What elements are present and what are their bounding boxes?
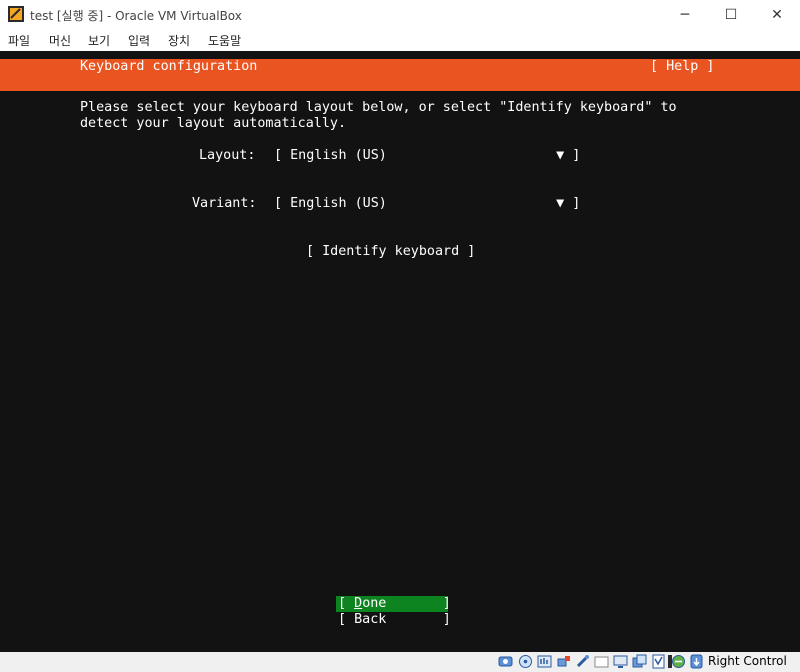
identify-keyboard-button[interactable]: [ Identify keyboard ] bbox=[306, 244, 475, 260]
close-icon: ✕ bbox=[771, 7, 783, 23]
minimize-button[interactable]: ─ bbox=[662, 0, 708, 30]
maximize-icon: ☐ bbox=[724, 7, 738, 23]
done-button[interactable]: [ Done ] bbox=[338, 596, 451, 612]
audio-icon[interactable] bbox=[537, 654, 552, 669]
menu-devices[interactable]: 장치 bbox=[168, 32, 190, 49]
optical-drive-icon[interactable] bbox=[518, 654, 533, 669]
help-button[interactable]: [ Help ] bbox=[650, 59, 715, 75]
mouse-integration-icon[interactable] bbox=[689, 654, 704, 669]
menu-help[interactable]: 도움말 bbox=[208, 32, 241, 49]
maximize-button[interactable]: ☐ bbox=[708, 0, 754, 30]
intro-text-line2: detect your layout automatically. bbox=[80, 116, 347, 131]
menu-view[interactable]: 보기 bbox=[88, 32, 110, 49]
virtualbox-app-icon bbox=[8, 6, 24, 22]
done-hotkey: D bbox=[354, 596, 363, 611]
video-capture-icon[interactable] bbox=[632, 654, 647, 669]
menu-bar: 파일 머신 보기 입력 장치 도움말 bbox=[0, 30, 800, 51]
done-label-rest: one ] bbox=[362, 596, 451, 611]
menu-file[interactable]: 파일 bbox=[8, 32, 30, 49]
done-open-bracket: [ bbox=[338, 596, 355, 611]
usb-icon[interactable] bbox=[575, 654, 590, 669]
host-key-label: Right Control bbox=[708, 654, 787, 668]
vm-display[interactable]: Keyboard configuration [ Help ] Please s… bbox=[0, 51, 800, 652]
shared-folders-icon[interactable] bbox=[594, 654, 609, 669]
network-icon[interactable] bbox=[556, 654, 571, 669]
page-title: Keyboard configuration bbox=[80, 59, 258, 74]
close-button[interactable]: ✕ bbox=[754, 0, 800, 30]
menu-input[interactable]: 입력 bbox=[128, 32, 150, 49]
variant-select[interactable]: [ English (US) ▼ ] bbox=[274, 196, 580, 212]
back-button[interactable]: [ Back ] bbox=[338, 612, 451, 628]
display-icon[interactable] bbox=[613, 654, 628, 669]
hard-disk-icon[interactable] bbox=[498, 654, 513, 669]
window-titlebar: test [실행 중] - Oracle VM VirtualBox ─ ☐ ✕ bbox=[0, 0, 800, 30]
status-bar: Right Control bbox=[0, 652, 800, 672]
intro-text-line1: Please select your keyboard layout below… bbox=[80, 100, 677, 115]
cpu-icon[interactable] bbox=[671, 654, 686, 669]
window-title: test [실행 중] - Oracle VM VirtualBox bbox=[30, 9, 242, 23]
layout-select[interactable]: [ English (US) ▼ ] bbox=[274, 148, 580, 164]
minimize-icon: ─ bbox=[680, 7, 690, 23]
variant-label: Variant: bbox=[192, 196, 257, 211]
menu-machine[interactable]: 머신 bbox=[49, 32, 71, 49]
layout-label: Layout: bbox=[199, 148, 256, 163]
